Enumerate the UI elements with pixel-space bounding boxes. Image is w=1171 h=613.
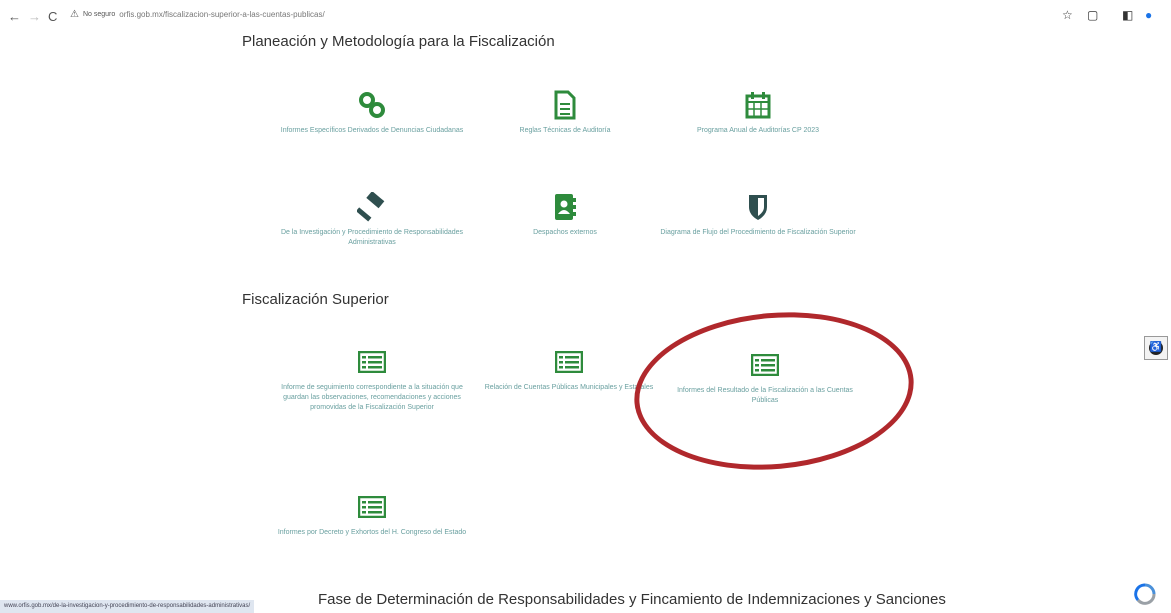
url-text: orfis.gob.mx/fiscalizacion-superior-a-la…: [119, 10, 325, 19]
section-title-planeacion: Planeación y Metodología para la Fiscali…: [242, 33, 555, 50]
tile-label: Informes por Decreto y Exhortos del H. C…: [277, 529, 467, 536]
tile-label: Programa Anual de Auditorías CP 2023: [696, 127, 820, 134]
tile-reglas-tecnicas[interactable]: Reglas Técnicas de Auditoría: [465, 88, 665, 136]
tile-investigacion[interactable]: De la Investigación y Procedimiento de R…: [272, 190, 472, 248]
calendar-icon: [658, 88, 858, 122]
section-title-fiscalizacion: Fiscalización Superior: [242, 291, 389, 308]
tile-label: Informe de seguimiento correspondiente a…: [281, 384, 463, 411]
tile-informes-decreto[interactable]: Informes por Decreto y Exhortos del H. C…: [272, 490, 472, 538]
tile-label: Reglas Técnicas de Auditoría: [519, 127, 611, 134]
tile-label: Informes Específicos Derivados de Denunc…: [280, 127, 464, 134]
tile-programa-anual[interactable]: Programa Anual de Auditorías CP 2023: [658, 88, 858, 136]
accessibility-button[interactable]: ♿: [1144, 336, 1168, 360]
reload-button[interactable]: C: [48, 9, 57, 24]
recaptcha-icon: [1134, 583, 1156, 605]
address-bar[interactable]: ⚠ No seguro orfis.gob.mx/fiscalizacion-s…: [70, 9, 325, 20]
tile-label: Diagrama de Flujo del Procedimiento de F…: [660, 229, 856, 236]
sidebar-icon[interactable]: ◧: [1122, 8, 1133, 22]
section-title-fase: Fase de Determinación de Responsabilidad…: [318, 591, 946, 608]
recaptcha-badge[interactable]: [1126, 578, 1164, 610]
status-bar-url: www.orfis.gob.mx/de-la-investigacion-y-p…: [0, 600, 255, 613]
browser-toolbar: ← → C ⚠ No seguro orfis.gob.mx/fiscaliza…: [0, 0, 1171, 34]
list-icon: [272, 345, 472, 379]
tile-informes-especificos[interactable]: Informes Específicos Derivados de Denunc…: [272, 88, 472, 136]
tile-informe-seguimiento[interactable]: Informe de seguimiento correspondiente a…: [272, 345, 472, 413]
back-button[interactable]: ←: [8, 9, 21, 24]
star-icon[interactable]: ☆: [1062, 8, 1073, 22]
extensions-icon[interactable]: ▢: [1087, 8, 1098, 22]
document-icon: [465, 88, 665, 122]
profile-icon[interactable]: ●: [1145, 8, 1152, 22]
chain-link-icon: [272, 88, 472, 122]
list-icon: [469, 345, 669, 379]
list-icon: [272, 490, 472, 524]
security-label: No seguro: [82, 11, 116, 18]
gavel-icon: [272, 190, 472, 224]
shield-icon: [658, 190, 858, 224]
warning-icon: ⚠: [70, 9, 79, 20]
tile-label: De la Investigación y Procedimiento de R…: [280, 229, 464, 246]
tile-label: Despachos externos: [533, 229, 597, 236]
tile-despachos-externos[interactable]: Despachos externos: [465, 190, 665, 238]
accessibility-icon: ♿: [1149, 341, 1163, 355]
forward-button[interactable]: →: [28, 9, 41, 24]
red-annotation-circle: [627, 301, 921, 481]
address-book-icon: [465, 190, 665, 224]
tile-diagrama-flujo[interactable]: Diagrama de Flujo del Procedimiento de F…: [658, 190, 858, 238]
